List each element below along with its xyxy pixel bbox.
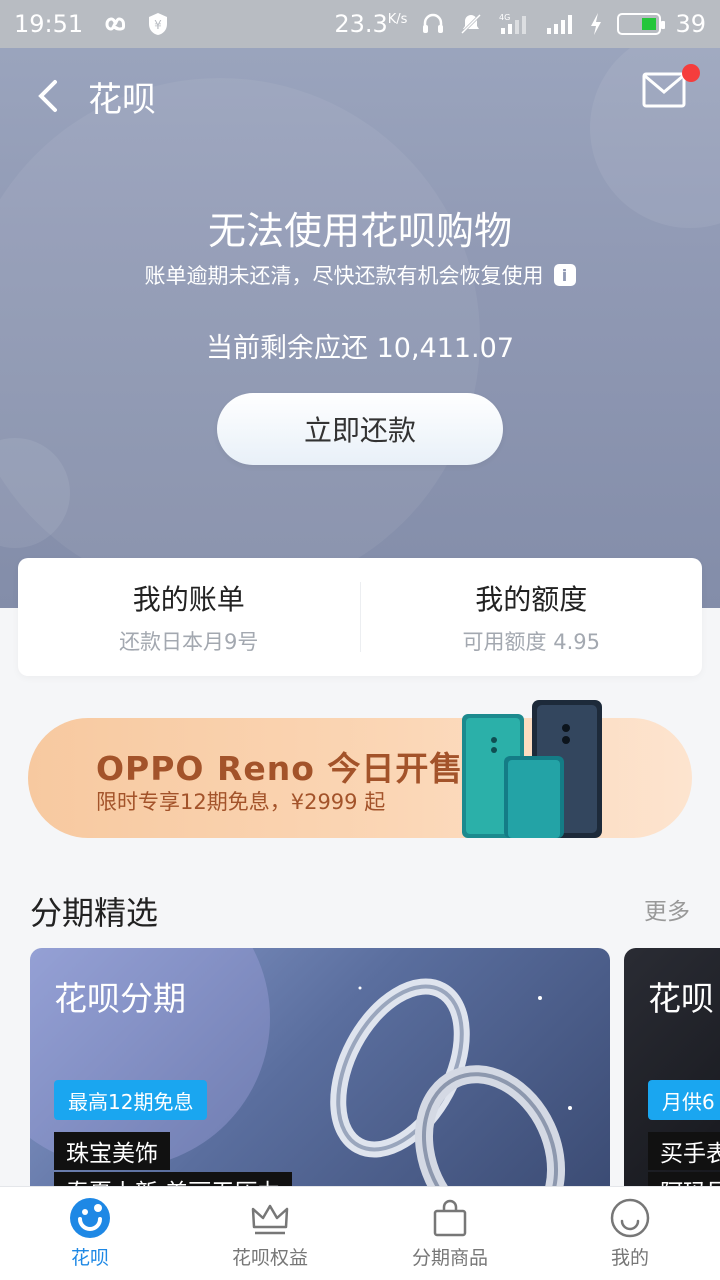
shopping-bag-icon	[433, 1199, 467, 1237]
repayment-date: 还款日本月9号	[119, 630, 259, 654]
huabei-logo-icon	[70, 1198, 110, 1238]
product-name: 珠宝美饰	[54, 1132, 170, 1170]
hero-header: 花呗 无法使用花呗购物 账单逾期未还清，尽快还款有机会恢复使用 i 当前剩余应还…	[0, 48, 720, 608]
product-brand: 花呗	[648, 979, 714, 1018]
available-limit: 可用额度 4.95	[462, 630, 600, 654]
chevron-left-icon	[38, 80, 57, 112]
tab-label: 分期商品	[411, 1247, 488, 1269]
product-badge: 最高12期免息	[54, 1080, 208, 1120]
back-button[interactable]	[18, 66, 78, 126]
my-limit-title: 我的额度	[475, 583, 588, 616]
shield-yen-icon: ¥	[147, 12, 169, 36]
product-name: 买手表	[648, 1132, 720, 1170]
headset-icon	[421, 12, 445, 36]
signal-icon	[545, 12, 575, 36]
page-title: 花呗	[88, 79, 156, 120]
svg-text:¥: ¥	[154, 18, 162, 32]
svg-text:4G: 4G	[499, 13, 510, 22]
envelope-icon	[642, 72, 686, 108]
status-bar: 19:51 ¥ 23.3K/s 4G 39	[0, 0, 720, 48]
more-link[interactable]: 更多	[644, 892, 690, 926]
crown-icon	[251, 1204, 289, 1235]
summary-card: 我的账单 还款日本月9号 我的额度 可用额度 4.95	[18, 558, 702, 676]
tab-label: 我的	[610, 1247, 649, 1269]
battery-icon	[617, 13, 666, 35]
battery-level: 39	[675, 10, 706, 38]
my-bill-title: 我的账单	[132, 583, 245, 616]
unread-dot	[682, 64, 700, 82]
repay-now-button[interactable]: 立即还款	[217, 393, 503, 465]
product-card[interactable]: 花呗分期 最高12期免息 珠宝美饰 春夏上新 美丽无压力	[30, 948, 610, 1208]
infinity-icon	[99, 15, 131, 33]
phones-image	[462, 700, 602, 838]
network-speed: 23.3K/s	[334, 10, 408, 38]
promo-banner[interactable]: OPPO Reno 今日开售 限时专享12期免息，¥2999 起	[28, 700, 692, 838]
nav-bar: 花呗	[0, 64, 720, 126]
banner-title: OPPO Reno 今日开售	[96, 749, 464, 788]
rings-image	[330, 978, 572, 1208]
message-button[interactable]	[642, 64, 700, 112]
info-icon[interactable]: i	[553, 264, 576, 286]
tab-huabei-benefits[interactable]: 花呗权益	[180, 1187, 360, 1280]
charging-icon	[589, 12, 603, 36]
product-card[interactable]: 花呗 月供6 买手表 阿玛尼	[624, 948, 720, 1208]
status-title: 无法使用花呗购物	[207, 209, 512, 253]
product-badge: 月供6	[648, 1080, 720, 1120]
tab-label: 花呗	[70, 1247, 109, 1269]
my-limit-entry[interactable]: 我的额度 可用额度 4.95	[361, 558, 703, 676]
bottom-tab-bar: 花呗 花呗权益 分期商品 我的	[0, 1186, 720, 1280]
tab-mine[interactable]: 我的	[540, 1187, 720, 1280]
banner-subtitle: 限时专享12期免息，¥2999 起	[96, 790, 386, 814]
my-bill-entry[interactable]: 我的账单 还款日本月9号	[18, 558, 360, 676]
tab-installment-products[interactable]: 分期商品	[360, 1187, 540, 1280]
signal-4g-icon: 4G	[497, 12, 531, 36]
tab-label: 花呗权益	[231, 1247, 308, 1269]
section-title: 分期精选	[30, 894, 159, 932]
smiley-icon	[610, 1198, 650, 1238]
product-brand: 花呗分期	[54, 979, 186, 1018]
status-time: 19:51	[14, 10, 84, 38]
status-subtitle: 账单逾期未还清，尽快还款有机会恢复使用 i	[0, 260, 720, 290]
tab-huabei[interactable]: 花呗	[0, 1187, 180, 1280]
mute-icon	[459, 12, 483, 36]
amount-due: 当前剩余应还 10,411.07	[206, 333, 514, 364]
